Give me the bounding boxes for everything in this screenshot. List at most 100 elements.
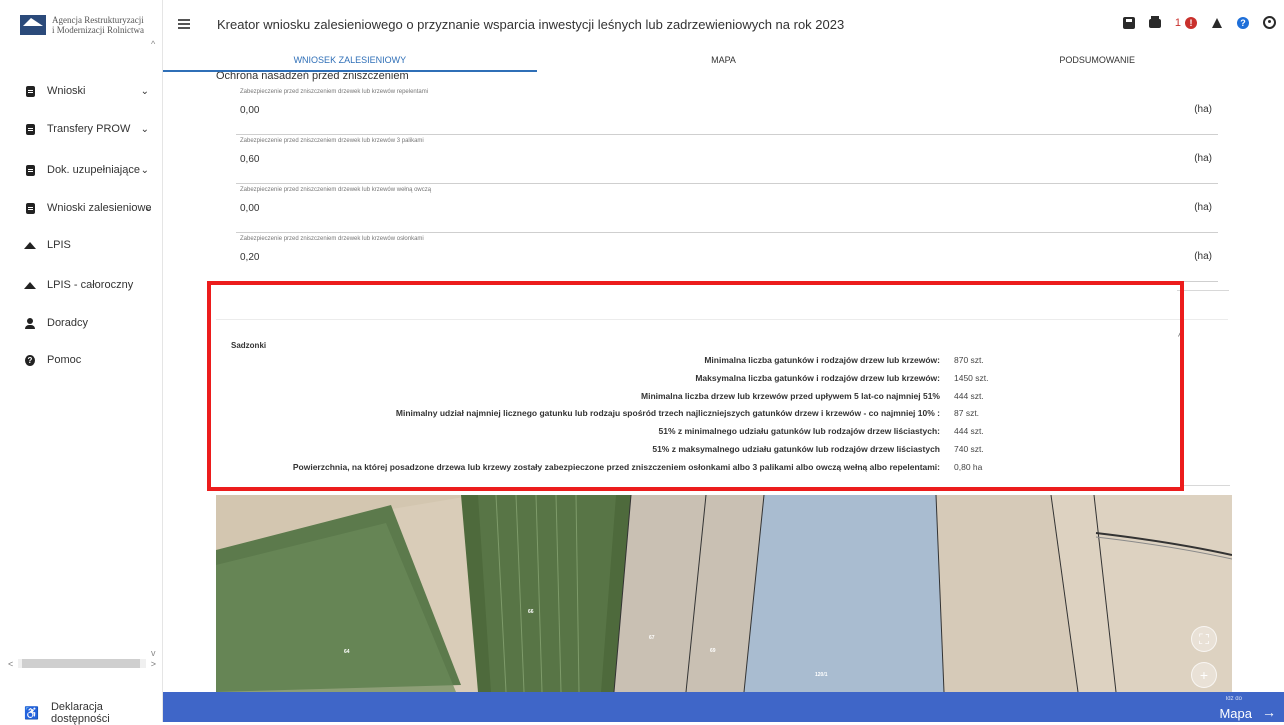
bell-icon[interactable] [1211,17,1223,29]
sidebar-item-label: Transfery PROW [47,123,131,135]
sidebar-item-label: Pomoc [47,354,82,366]
chevron-down-icon: ⌄ [144,202,153,214]
three-stakes-field[interactable]: Zabezpieczenie przed zniszczeniem drzewe… [236,138,1218,184]
document-icon [25,85,35,97]
arimr-logo[interactable]: Agencja Restrukturyzacji i Modernizacji … [20,10,160,40]
field-unit: (ha) [1194,202,1212,213]
sidebar-item-label: LPIS [47,239,71,251]
chevron-down-icon: ⌄ [140,85,149,97]
parcel-label: 67 [649,635,655,641]
print-icon[interactable] [1148,16,1161,28]
bottom-bar: Idź do Mapa → [163,692,1284,722]
summary-row: Powierzchnia, na której posadzone drzewa… [211,462,1188,476]
scrollbar-thumb[interactable] [22,659,140,668]
field-value[interactable]: 0,60 [240,154,259,165]
alert-count: 1 [1174,16,1181,29]
header-actions: 1 ! ? [1122,16,1276,29]
main-content: Ochrona nasadzeń przed zniszczeniem Zabe… [163,72,1284,692]
field-value[interactable]: 0,00 [240,105,259,116]
summary-label: Powierzchnia, na której posadzone drzewa… [292,462,940,472]
divider [1184,485,1230,486]
goto-label: Mapa [1219,706,1252,721]
page-title: Kreator wniosku zalesieniowego o przyzna… [217,17,845,32]
tab-bar: WNIOSEK ZALESIENIOWY MAPA PODSUMOWANIE [163,52,1284,72]
parcel-label: 66 [528,609,534,615]
document-icon [25,202,35,214]
sidebar-scroll-down-icon[interactable]: v [151,648,156,658]
sidebar-item-label: Wnioski [47,85,86,97]
map-imagery [216,495,1232,692]
summary-label: Minimalny udział najmniej licznego gatun… [395,408,940,418]
sidebar-item-transfery-prow[interactable]: Transfery PROW ⌄ [0,119,163,139]
document-icon [25,123,35,135]
goto-hint: Idź do [1225,696,1242,702]
sidebar-item-wnioski-zalesieniowe[interactable]: Wnioski zalesieniowe ⌄ [0,198,163,218]
summary-row: Minimalny udział najmniej licznego gatun… [211,408,1188,422]
menu-icon[interactable] [178,19,190,29]
shields-field[interactable]: Zabezpieczenie przed zniszczeniem drzewe… [236,236,1218,282]
summary-label: Minimalna liczba drzew lub krzewów przed… [641,391,940,401]
sidebar: Agencja Restrukturyzacji i Modernizacji … [0,0,163,725]
summary-value: 1450 szt. [954,373,989,383]
summary-row: 51% z minimalnego udziału gatunków lub r… [211,426,1188,440]
scrollbar-track[interactable] [18,659,146,668]
sidebar-item-pomoc[interactable]: ? Pomoc [0,350,163,370]
go-to-map-button[interactable]: Idź do Mapa → [1219,696,1276,721]
tab-mapa[interactable]: MAPA [537,52,911,72]
top-header: Kreator wniosku zalesieniowego o przyzna… [163,0,1284,52]
summary-value: 87 szt. [954,408,980,418]
field-value[interactable]: 0,20 [240,252,259,263]
user-icon [25,317,35,329]
sidebar-item-doradcy[interactable]: Doradcy [0,313,163,333]
field-value[interactable]: 0,00 [240,203,259,214]
fullscreen-icon[interactable]: ⛶ [1191,626,1217,652]
scroll-left-icon[interactable]: < [8,659,18,669]
summary-value: 444 szt. [954,426,984,436]
field-unit: (ha) [1194,104,1212,115]
sidebar-item-wnioski[interactable]: Wnioski ⌄ [0,81,163,101]
sidebar-scroll-up-icon[interactable]: ^ [151,39,155,49]
field-label: Zabezpieczenie przed zniszczeniem drzewe… [240,138,424,144]
divider [1177,290,1229,291]
help-icon: ? [25,354,35,366]
help-icon[interactable]: ? [1237,16,1249,29]
org-name: Agencja Restrukturyzacji i Modernizacji … [52,15,144,35]
sidebar-item-lpis-caloroczny[interactable]: LPIS - całoroczny [0,275,163,295]
logo-icon [20,15,46,35]
tab-wniosek-zalesieniowy[interactable]: WNIOSEK ZALESIENIOWY [163,52,537,72]
field-label: Zabezpieczenie przed zniszczeniem drzewe… [240,236,424,242]
summary-row: 51% z maksymalnego udziału gatunków lub … [211,444,1188,458]
repellents-field[interactable]: Zabezpieczenie przed zniszczeniem drzewe… [236,89,1218,135]
sadzonki-title: Sadzonki [231,341,267,350]
summary-row: Maksymalna liczba gatunków i rodzajów dr… [211,373,1188,387]
sidebar-item-label: Doradcy [47,317,88,329]
sidebar-item-label: Dok. uzupełniające [47,164,140,176]
tab-podsumowanie[interactable]: PODSUMOWANIE [910,52,1284,72]
summary-label: Minimalna liczba gatunków i rodzajów drz… [704,355,940,365]
summary-label: Maksymalna liczba gatunków i rodzajów dr… [695,373,940,383]
summary-value: 740 szt. [954,444,984,454]
summary-label: 51% z maksymalnego udziału gatunków lub … [652,444,940,454]
field-unit: (ha) [1194,153,1212,164]
field-label: Zabezpieczenie przed zniszczeniem drzewe… [240,187,432,193]
sidebar-horizontal-scrollbar[interactable]: < > [8,658,156,669]
sheep-wool-field[interactable]: Zabezpieczenie przed zniszczeniem drzewe… [236,187,1218,233]
document-icon [25,164,35,176]
alert-icon[interactable]: ! [1185,16,1197,29]
chevron-down-icon: ⌄ [140,123,149,135]
zoom-in-icon[interactable]: + [1191,662,1217,688]
mountain-icon [24,281,36,289]
parcel-map[interactable]: 64 66 67 69 120/1 ⛶ + [216,495,1232,692]
accessibility-label: Deklaracja dostępności [50,700,110,725]
sidebar-item-label: Wnioski zalesieniowe [47,202,152,214]
save-icon[interactable] [1122,16,1135,29]
sidebar-item-label: LPIS - całoroczny [47,279,134,291]
accessibility-declaration-link[interactable]: ♿ Deklaracja dostępności [0,700,163,725]
parcel-label: 69 [710,648,716,654]
sidebar-item-lpis[interactable]: LPIS [0,235,163,255]
sadzonki-summary-panel: Sadzonki Minimalna liczba gatunków i rod… [207,281,1184,491]
user-account-icon[interactable] [1263,16,1276,29]
scroll-right-icon[interactable]: > [146,659,156,669]
sidebar-item-dok-uzupelniajace[interactable]: Dok. uzupełniające ⌄ [0,160,163,180]
parcel-label: 120/1 [815,672,828,678]
